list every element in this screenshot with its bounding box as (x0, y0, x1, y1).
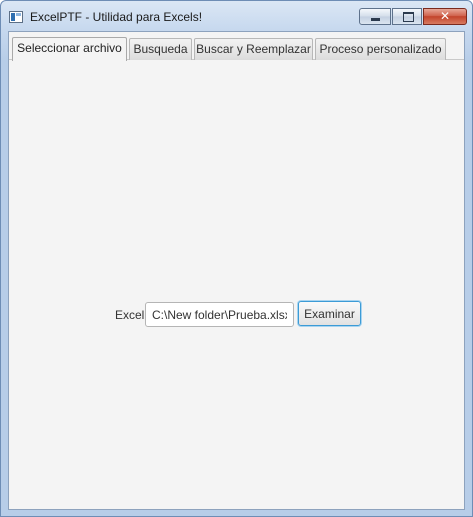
tab-seleccionar-archivo[interactable]: Seleccionar archivo (12, 37, 127, 61)
window-title: ExcelPTF - Utilidad para Excels! (30, 10, 203, 24)
maximize-icon (403, 12, 414, 22)
tab-buscar-y-reemplazar[interactable]: Buscar y Reemplazar (194, 38, 313, 60)
tab-busqueda[interactable]: Busqueda (129, 38, 192, 60)
minimize-icon (371, 18, 380, 21)
file-selection-panel: Excel Examinar (9, 60, 464, 509)
app-window: ExcelPTF - Utilidad para Excels! ✕ Selec… (0, 0, 473, 517)
tab-bar: Seleccionar archivo Busqueda Buscar y Re… (9, 32, 464, 61)
maximize-button[interactable] (392, 8, 422, 25)
tab-proceso-personalizado[interactable]: Proceso personalizado (315, 38, 446, 60)
tab-pane: Seleccionar archivo Busqueda Buscar y Re… (8, 31, 465, 510)
minimize-button[interactable] (359, 8, 391, 25)
close-button[interactable]: ✕ (423, 8, 467, 25)
excel-label: Excel (115, 308, 145, 322)
app-icon (9, 11, 23, 23)
close-icon: ✕ (439, 9, 451, 23)
excel-path-input[interactable] (145, 302, 294, 327)
examinar-button[interactable]: Examinar (298, 301, 361, 326)
title-bar[interactable]: ExcelPTF - Utilidad para Excels! ✕ (1, 1, 472, 31)
window-controls: ✕ (358, 8, 467, 27)
